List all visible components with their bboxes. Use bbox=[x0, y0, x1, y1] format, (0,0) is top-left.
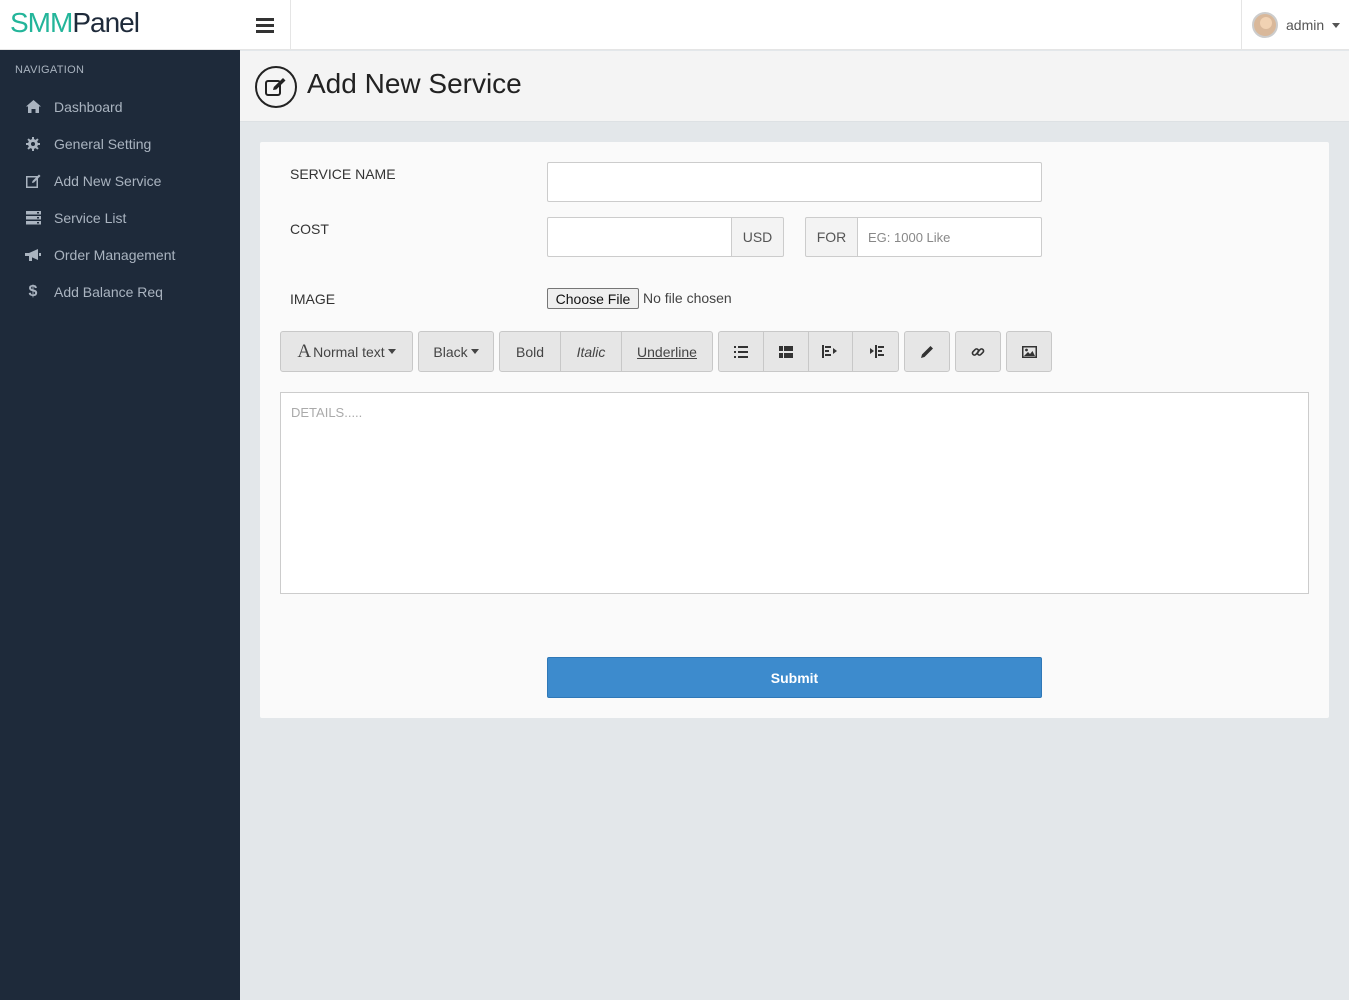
font-size-dropdown[interactable]: A Normal text bbox=[280, 331, 413, 372]
chevron-down-icon bbox=[1332, 22, 1341, 28]
gear-icon bbox=[25, 136, 41, 152]
pencil-icon bbox=[921, 345, 933, 358]
sidebar-item-label: Dashboard bbox=[54, 98, 123, 115]
sidebar-item-add-new-service[interactable]: Add New Service bbox=[0, 162, 240, 199]
brand-part-1: SMM bbox=[10, 7, 73, 38]
cost-input[interactable] bbox=[547, 217, 732, 257]
image-label: IMAGE bbox=[290, 291, 336, 307]
cost-label: COST bbox=[290, 221, 329, 237]
chevron-down-icon bbox=[470, 349, 479, 354]
details-editor[interactable]: DETAILS..... bbox=[280, 392, 1309, 594]
link-button[interactable] bbox=[955, 331, 1001, 372]
for-addon: FOR bbox=[805, 217, 858, 257]
sidebar-item-add-balance-req[interactable]: $ Add Balance Req bbox=[0, 273, 240, 310]
dollar-icon: $ bbox=[28, 282, 38, 300]
sidebar-item-label: Add Balance Req bbox=[54, 283, 163, 300]
choose-file-button[interactable]: Choose File bbox=[547, 288, 639, 309]
underline-button[interactable]: Underline bbox=[622, 332, 712, 371]
file-status: No file chosen bbox=[643, 290, 732, 306]
sidebar: NAVIGATION Dashboard General Setting Add… bbox=[0, 50, 240, 1000]
home-icon bbox=[25, 99, 41, 115]
sidebar-item-label: Add New Service bbox=[54, 172, 162, 189]
image-icon bbox=[1021, 345, 1037, 358]
sidebar-item-label: Order Management bbox=[54, 246, 176, 263]
chevron-down-icon bbox=[387, 349, 396, 354]
page-title: Add New Service bbox=[307, 68, 522, 99]
insert-image-button[interactable] bbox=[1006, 331, 1052, 372]
format-button-group: Bold Italic Underline bbox=[499, 331, 713, 372]
page-header: Add New Service bbox=[240, 51, 1349, 122]
sidebar-item-general-setting[interactable]: General Setting bbox=[0, 125, 240, 162]
text-color-label: Black bbox=[433, 343, 468, 360]
edit-icon bbox=[255, 66, 297, 108]
indent-button[interactable] bbox=[853, 332, 898, 371]
service-name-label: SERVICE NAME bbox=[290, 166, 396, 182]
indent-icon bbox=[869, 345, 884, 358]
service-form-card: SERVICE NAME COST USD FOR EG: 1000 Like … bbox=[260, 142, 1329, 718]
numbered-list-icon bbox=[778, 345, 793, 358]
bullet-list-button[interactable] bbox=[719, 332, 764, 371]
top-navbar: admin bbox=[240, 0, 1349, 50]
outdent-button[interactable] bbox=[809, 332, 854, 371]
sidebar-toggle-button[interactable] bbox=[240, 0, 291, 50]
pencil-button[interactable] bbox=[904, 331, 950, 372]
submit-button[interactable]: Submit bbox=[547, 657, 1042, 698]
user-menu[interactable]: admin bbox=[1241, 0, 1349, 50]
list-button-group bbox=[718, 331, 899, 372]
sidebar-item-service-list[interactable]: Service List bbox=[0, 199, 240, 236]
hamburger-icon bbox=[256, 18, 274, 33]
link-icon bbox=[971, 347, 985, 356]
server-icon bbox=[25, 210, 41, 226]
details-placeholder: DETAILS..... bbox=[291, 405, 363, 420]
currency-addon: USD bbox=[731, 217, 784, 257]
sidebar-nav: Dashboard General Setting Add New Servic… bbox=[0, 88, 240, 310]
service-name-input[interactable] bbox=[547, 162, 1042, 202]
edit-icon bbox=[25, 173, 41, 189]
quantity-input[interactable]: EG: 1000 Like bbox=[857, 217, 1042, 257]
avatar bbox=[1252, 12, 1278, 38]
sidebar-item-label: Service List bbox=[54, 209, 127, 226]
user-name: admin bbox=[1286, 17, 1325, 33]
sidebar-item-dashboard[interactable]: Dashboard bbox=[0, 88, 240, 125]
italic-button[interactable]: Italic bbox=[561, 332, 622, 371]
sidebar-item-order-management[interactable]: Order Management bbox=[0, 236, 240, 273]
bullet-list-icon bbox=[733, 345, 748, 358]
brand-part-2: Panel bbox=[72, 7, 140, 38]
sidebar-item-label: General Setting bbox=[54, 135, 152, 152]
brand-area: SMMPanel bbox=[0, 0, 240, 50]
font-icon: A bbox=[297, 340, 312, 362]
numbered-list-button[interactable] bbox=[764, 332, 809, 371]
megaphone-icon bbox=[25, 247, 41, 263]
text-color-dropdown[interactable]: Black bbox=[418, 331, 494, 372]
brand-logo[interactable]: SMMPanel bbox=[10, 7, 140, 39]
nav-heading: NAVIGATION bbox=[15, 64, 85, 76]
outdent-icon bbox=[822, 345, 838, 358]
bold-button[interactable]: Bold bbox=[500, 332, 561, 371]
font-size-label: Normal text bbox=[313, 343, 385, 360]
